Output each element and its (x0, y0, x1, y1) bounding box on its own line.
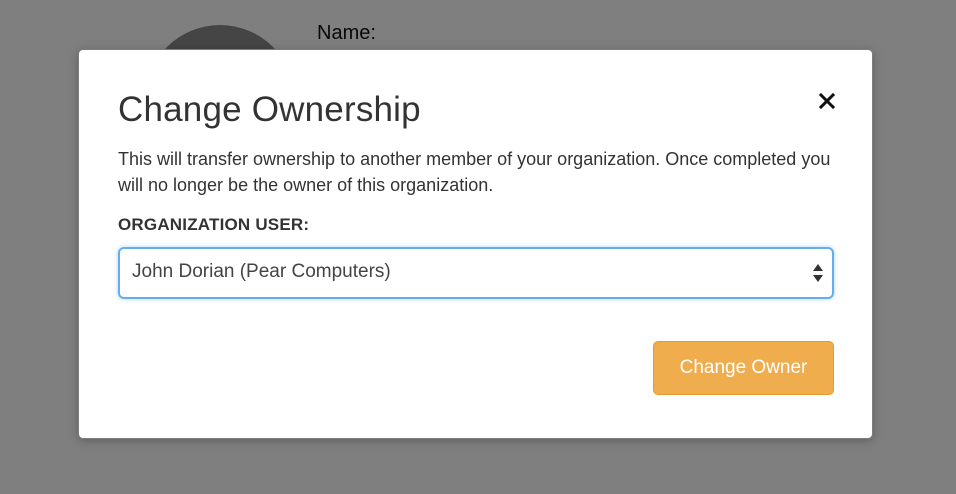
page: Name: Change Ownership This will transfe… (0, 0, 956, 494)
change-ownership-modal: Change Ownership This will transfer owne… (78, 49, 873, 439)
select-arrows-icon (813, 264, 823, 282)
close-button[interactable] (816, 90, 838, 112)
close-icon (819, 93, 835, 109)
change-owner-button[interactable]: Change Owner (653, 341, 834, 395)
organization-user-label: ORGANIZATION USER: (118, 215, 310, 234)
select-selected-value: John Dorian (Pear Computers) (132, 261, 391, 282)
modal-description: This will transfer ownership to another … (118, 149, 831, 195)
organization-user-select[interactable]: John Dorian (Pear Computers) (118, 247, 834, 299)
modal-title: Change Ownership (118, 90, 421, 129)
